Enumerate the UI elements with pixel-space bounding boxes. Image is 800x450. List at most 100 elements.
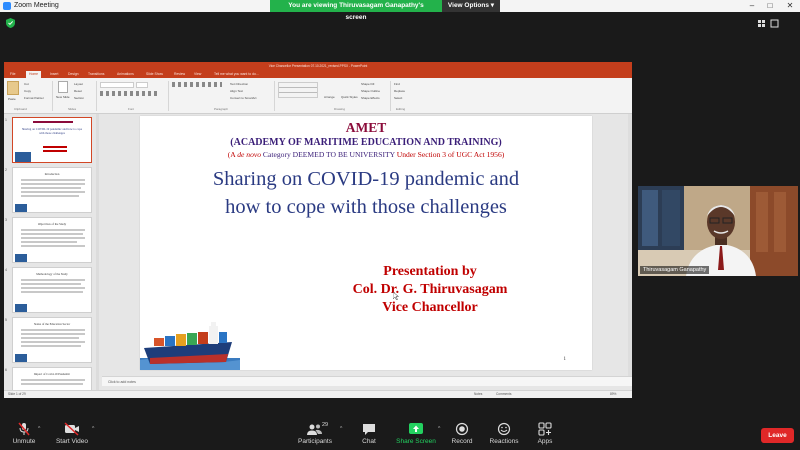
shape-fill-button[interactable]: Shape Fill	[361, 82, 374, 86]
group-editing: Editing	[396, 107, 406, 111]
thumb-number: 6	[5, 368, 7, 372]
reactions-button[interactable]: Reactions	[482, 422, 526, 448]
replace-button[interactable]: Replace	[394, 89, 405, 93]
share-screen-icon	[409, 423, 423, 434]
current-slide[interactable]: AMET (ACADEMY OF MARITIME EDUCATION AND …	[140, 116, 592, 370]
thumb-number: 2	[5, 168, 7, 172]
chat-button[interactable]: Chat	[347, 422, 391, 448]
slide-heading: AMET	[345, 120, 387, 135]
participants-button[interactable]: 29 Participants	[290, 422, 340, 448]
reset-button[interactable]: Reset	[74, 89, 82, 93]
encryption-shield-icon[interactable]	[6, 18, 15, 28]
shapes-gallery[interactable]	[278, 82, 318, 98]
ppt-tab-home[interactable]: Home	[26, 71, 42, 78]
apps-button[interactable]: Apps	[523, 422, 567, 448]
font-name-box[interactable]	[100, 82, 134, 88]
maximize-button[interactable]: □	[762, 0, 778, 12]
container-ship-image	[140, 322, 240, 370]
comments-toggle[interactable]: Comments	[496, 391, 511, 398]
video-options-caret[interactable]: ^	[92, 426, 94, 432]
shape-effects-button[interactable]: Shape Effects	[361, 96, 380, 100]
slide-thumbnail[interactable]: Methodology of the Study	[12, 267, 92, 313]
slide-thumbnail[interactable]: Introduction	[12, 167, 92, 213]
thumb-number: 1	[5, 118, 7, 122]
thumb-line	[21, 279, 85, 281]
leave-button[interactable]: Leave	[761, 428, 794, 443]
font-size-box[interactable]	[136, 82, 148, 88]
thumb-line	[21, 229, 85, 231]
notes-pane[interactable]: Click to add notes	[102, 376, 632, 386]
format-painter-button[interactable]: Format Painter	[24, 96, 44, 100]
text-direction-button[interactable]: Text Direction	[230, 82, 248, 86]
ppt-tab-animations[interactable]: Animations	[117, 71, 134, 78]
slide-scrollbar[interactable]	[628, 114, 632, 376]
ppt-tab-design[interactable]: Design	[68, 71, 79, 78]
ppt-tab-file[interactable]: File	[10, 71, 15, 78]
select-button[interactable]: Select	[394, 96, 402, 100]
layout-button[interactable]: Layout	[74, 82, 83, 86]
participant-video-tile[interactable]: Thiruvasagam Ganapathy	[638, 186, 798, 276]
minimize-button[interactable]: –	[744, 0, 760, 12]
zoom-level[interactable]: 89%	[610, 391, 616, 398]
find-button[interactable]: Find	[394, 82, 400, 86]
ppt-tab-view[interactable]: View	[194, 71, 201, 78]
slide-page-number: 1	[563, 357, 567, 362]
shared-screen[interactable]: Vice Chancellor Presentation 07.10.2021_…	[4, 62, 632, 398]
ribbon-separator	[96, 81, 97, 111]
view-options-button[interactable]: View Options ▾	[442, 0, 500, 12]
new-slide-label: New Slide	[56, 95, 70, 99]
paragraph-buttons[interactable]	[172, 82, 222, 87]
font-format-buttons[interactable]	[100, 91, 160, 96]
thumb-title: Status of the Education Sector	[33, 322, 71, 326]
gallery-view-button[interactable]	[757, 18, 779, 29]
thumbnail-scrollbar[interactable]	[96, 114, 99, 390]
slide-thumbnail-pane[interactable]: 1 Sharing on COVID-19 pandemic and how t…	[4, 114, 100, 398]
slide-deemed-line: (A de novo Category DEEMED TO BE UNIVERS…	[140, 150, 592, 159]
thumb-line	[43, 146, 67, 148]
thumb-ship-image	[15, 304, 27, 312]
deemed-italic: de novo	[237, 150, 262, 159]
view-options-label: View Options	[447, 2, 489, 9]
thumb-line	[21, 187, 81, 189]
copy-button[interactable]: Copy	[24, 89, 31, 93]
slide-thumbnail[interactable]: Objectives of the Study	[12, 217, 92, 263]
audio-options-caret[interactable]: ^	[38, 426, 40, 432]
slide-title-line-2: how to cope with those challenges	[225, 196, 507, 218]
ppt-tab-transitions[interactable]: Transitions	[88, 71, 104, 78]
slide-thumbnail[interactable]: Status of the Education Sector	[12, 317, 92, 363]
section-button[interactable]: Section	[74, 96, 84, 100]
thumb-title: Introduction	[44, 172, 60, 176]
thumb-line	[21, 191, 85, 193]
thumb-line	[21, 283, 81, 285]
convert-smartart-button[interactable]: Convert to SmartArt	[230, 96, 257, 100]
new-slide-icon[interactable]	[58, 81, 68, 93]
ppt-tab-review[interactable]: Review	[174, 71, 185, 78]
start-video-button[interactable]: Start Video	[50, 422, 94, 448]
participant-name-label: Thiruvasagam Ganapathy	[640, 266, 710, 274]
cut-button[interactable]: Cut	[24, 82, 29, 86]
record-button[interactable]: Record	[440, 422, 484, 448]
shape-outline-button[interactable]: Shape Outline	[361, 89, 380, 93]
thumb-ship-image	[15, 152, 31, 162]
ppt-status-bar: Slide 1 of 29 Notes Comments 89%	[4, 390, 632, 398]
window-title: Zoom Meeting	[14, 2, 59, 9]
slide-count: Slide 1 of 29	[8, 392, 26, 396]
ribbon-separator	[52, 81, 53, 111]
zoom-app-icon	[3, 2, 11, 10]
close-button[interactable]: ✕	[782, 0, 798, 12]
group-slides: Slides	[68, 107, 77, 111]
paste-icon[interactable]	[7, 81, 19, 95]
share-screen-button[interactable]: Share Screen	[393, 422, 439, 448]
slide-thumbnail[interactable]: Sharing on COVID-19 pandemic and how to …	[12, 117, 92, 163]
participants-options-caret[interactable]: ^	[340, 426, 342, 432]
slide-editor[interactable]: AMET (ACADEMY OF MARITIME EDUCATION AND …	[102, 114, 632, 384]
meeting-toolbar: Unmute ^ Start Video ^ 29 Participants ^	[0, 418, 800, 450]
ppt-tab-insert[interactable]: Insert	[50, 71, 58, 78]
ppt-tab-slideshow[interactable]: Slide Show	[146, 71, 163, 78]
arrange-button[interactable]: Arrange	[324, 95, 335, 99]
ppt-tell-me[interactable]: Tell me what you want to do...	[214, 71, 259, 78]
quick-styles-button[interactable]: Quick Styles	[341, 95, 358, 99]
thumb-line	[21, 241, 77, 243]
notes-toggle[interactable]: Notes	[474, 391, 482, 398]
align-text-button[interactable]: Align Text	[230, 89, 243, 93]
